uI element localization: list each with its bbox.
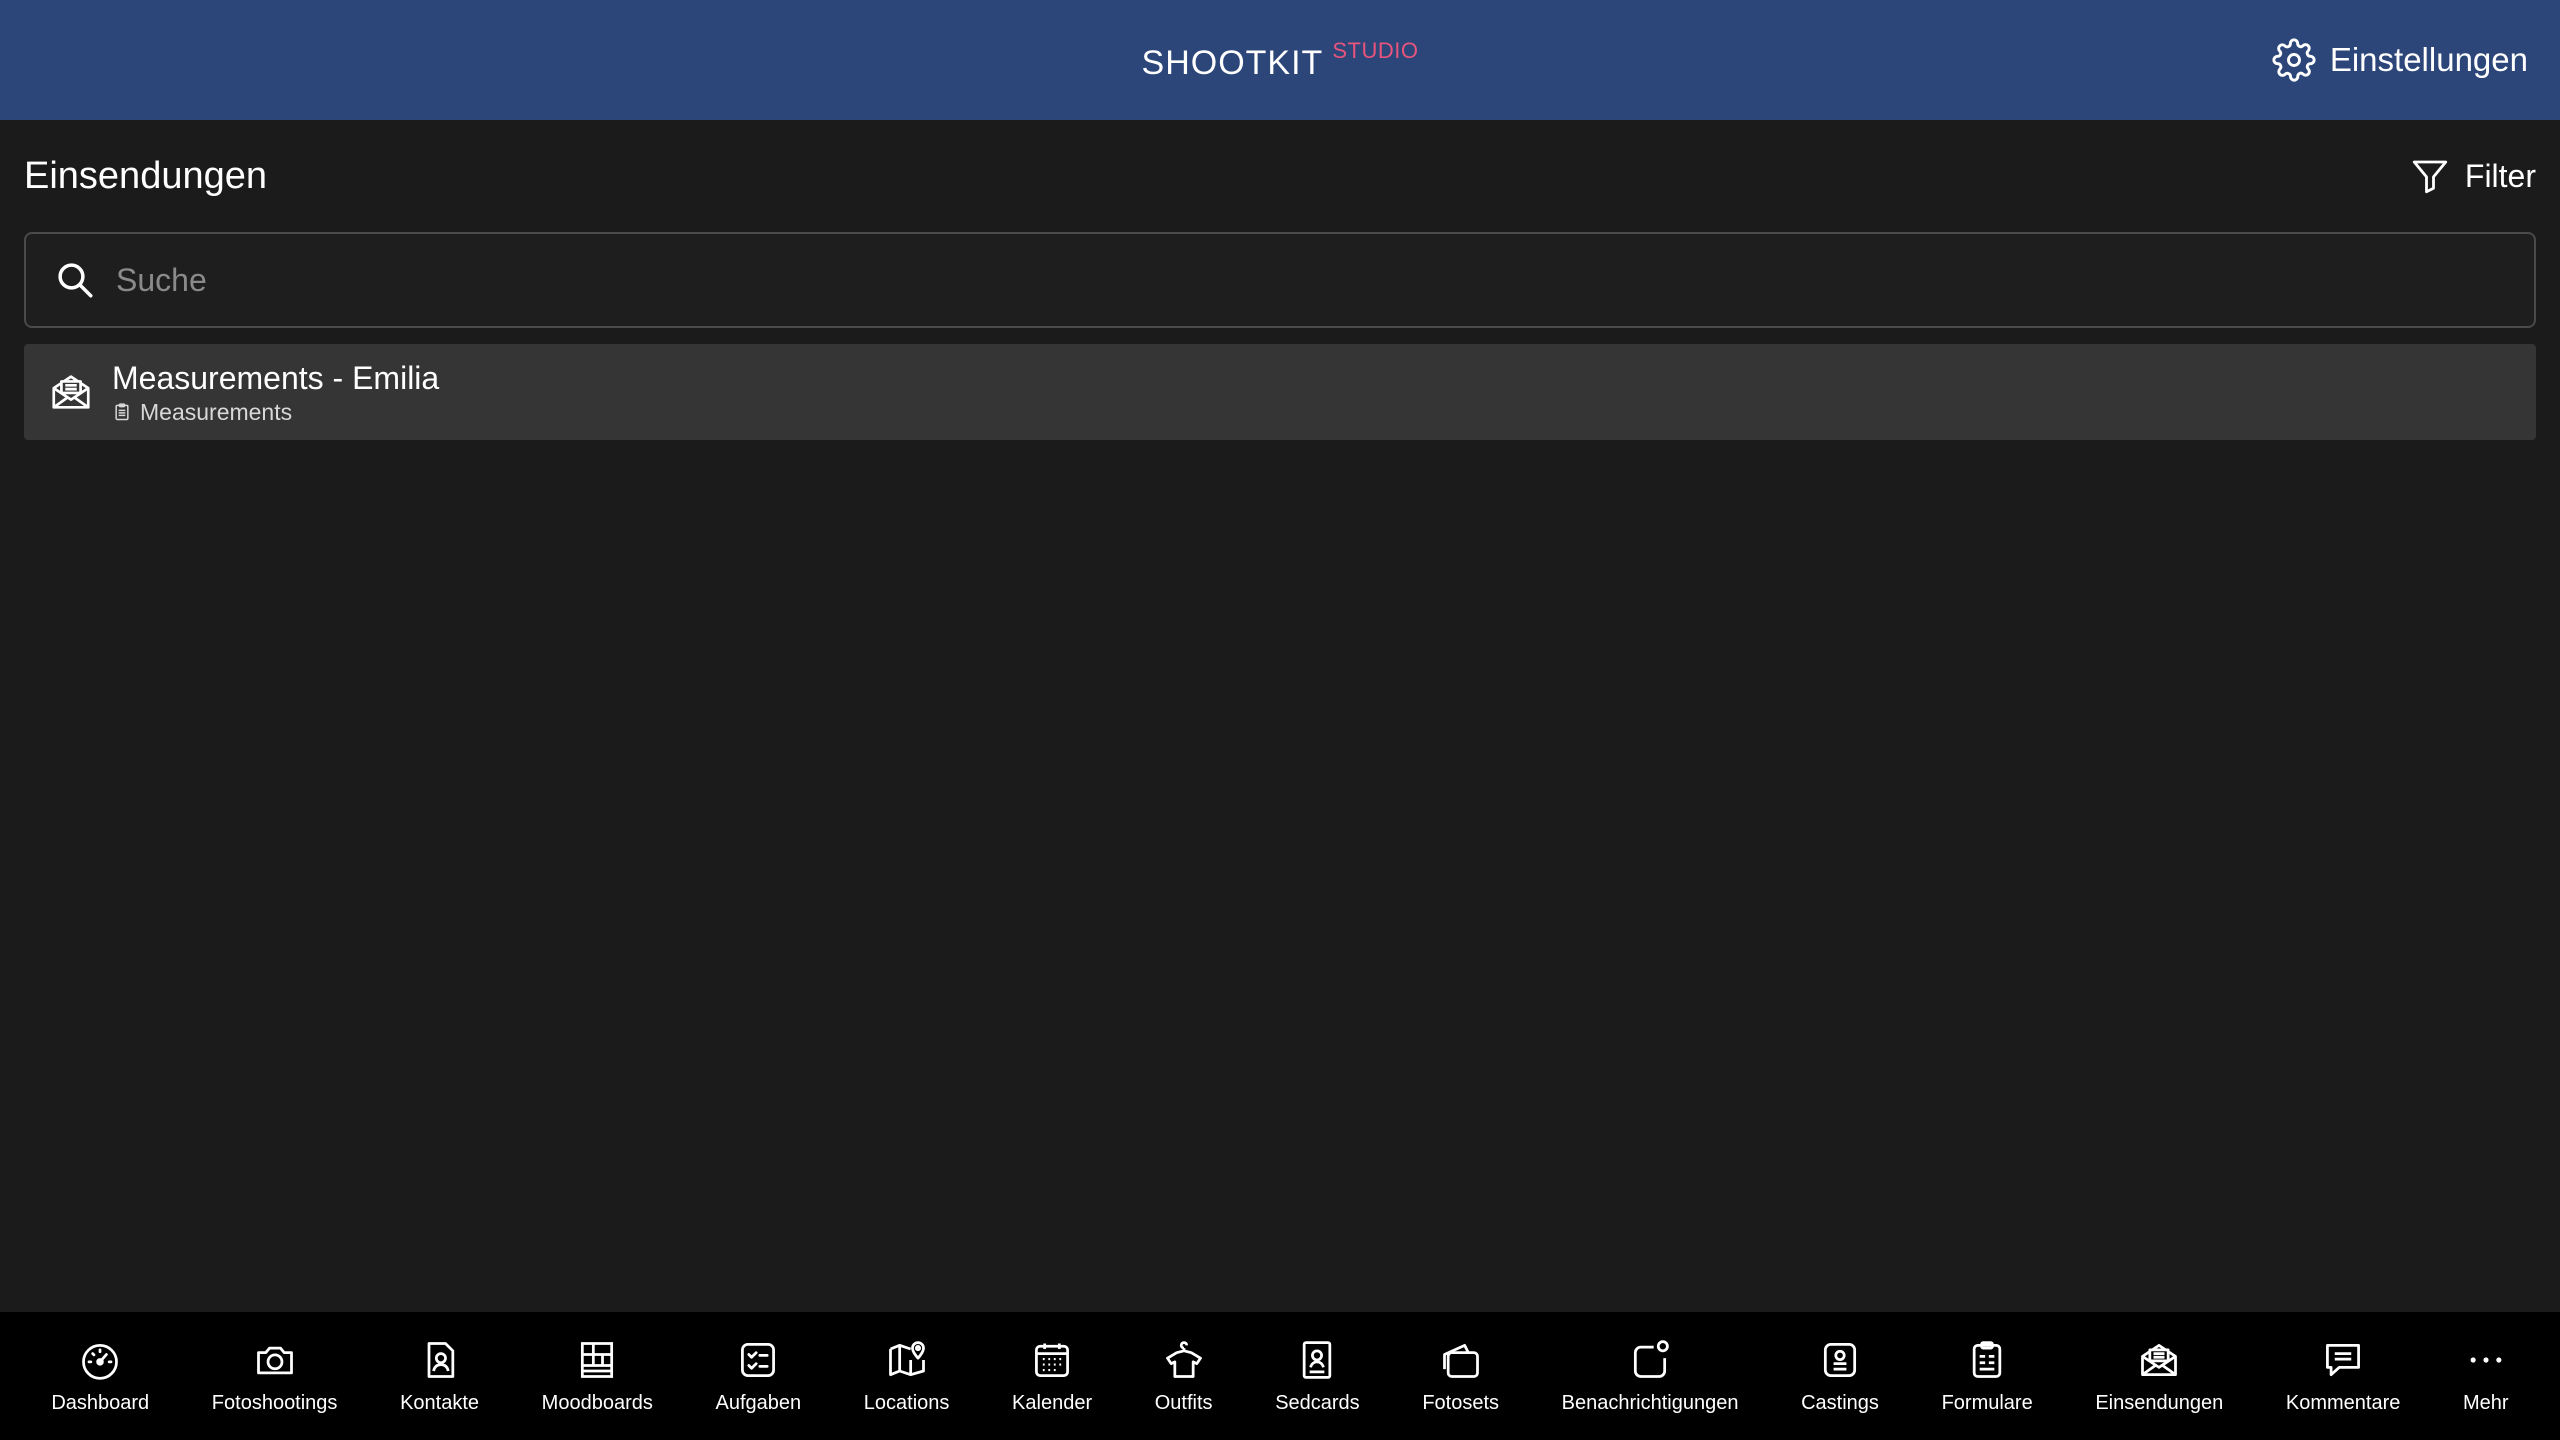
tab-locations[interactable]: Locations — [858, 1312, 956, 1440]
tab-label: Kontakte — [400, 1391, 480, 1414]
tab-outfits[interactable]: Outfits — [1149, 1312, 1219, 1440]
list-item-subtitle: Measurements — [112, 399, 439, 426]
funnel-icon — [2412, 160, 2448, 194]
tab-label: Fotosets — [1422, 1391, 1500, 1414]
tab-label: Fotoshootings — [211, 1391, 338, 1414]
list-item-title: Measurements - Emilia — [112, 359, 440, 396]
tab-label: Formulare — [1941, 1391, 2033, 1414]
gear-icon — [2272, 38, 2316, 82]
tab-moodboards[interactable]: Moodboards — [536, 1312, 659, 1440]
tab-label: Kalender — [1012, 1391, 1093, 1414]
settings-label: Einstellungen — [2329, 41, 2528, 78]
gauge-icon — [82, 1343, 119, 1380]
envelope-open-icon — [2141, 1343, 2178, 1376]
notification-icon — [1634, 1339, 1669, 1378]
tab-label: Locations — [863, 1391, 950, 1414]
filter-button[interactable]: Filter — [2409, 155, 2536, 197]
tab-label: Mehr — [2463, 1391, 2509, 1414]
tab-label: Benachrichtigungen — [1561, 1391, 1739, 1414]
clipboard-icon — [115, 403, 129, 421]
comment-icon — [2326, 1343, 2361, 1376]
tab-kontakte[interactable]: Kontakte — [394, 1312, 485, 1440]
list-item[interactable]: Measurements - Emilia Measurements — [24, 344, 2536, 440]
more-dots-icon — [2470, 1356, 2502, 1363]
checklist-icon — [741, 1342, 776, 1377]
tab-kommentare[interactable]: Kommentare — [2280, 1312, 2407, 1440]
search-icon — [58, 263, 93, 298]
tab-label: Castings — [1801, 1391, 1879, 1414]
search-bar — [24, 232, 2536, 328]
tab-label: Kommentare — [2285, 1391, 2401, 1414]
page-header: Einsendungen Filter — [24, 140, 2536, 212]
page-title: Einsendungen — [24, 154, 267, 197]
search-input[interactable] — [116, 234, 2534, 326]
tab-mehr[interactable]: Mehr — [2457, 1312, 2515, 1440]
top-bar: SHOOTKIT STUDIO Einstellungen — [0, 0, 2560, 120]
tab-fotoshootings[interactable]: Fotoshootings — [206, 1312, 344, 1440]
photo-stack-icon — [1442, 1343, 1479, 1378]
tab-castings[interactable]: Castings — [1795, 1312, 1885, 1440]
filter-label: Filter — [2464, 157, 2536, 194]
list-item-form-name: Measurements — [140, 398, 293, 425]
calendar-icon — [1035, 1343, 1070, 1377]
bottom-tab-bar: Dashboard Fotoshootings Kontakte Moodboa… — [0, 1312, 2560, 1440]
tab-formulare[interactable]: Formulare — [1936, 1312, 2039, 1440]
contact-card-icon — [427, 1341, 454, 1378]
app-logo: SHOOTKIT STUDIO — [1142, 38, 1419, 83]
tab-label: Aufgaben — [715, 1391, 802, 1414]
tab-label: Moodboards — [541, 1391, 653, 1414]
tab-aufgaben[interactable]: Aufgaben — [710, 1312, 808, 1440]
settings-button[interactable]: Einstellungen — [2272, 36, 2528, 84]
tab-label: Dashboard — [51, 1391, 150, 1414]
tab-fotosets[interactable]: Fotosets — [1416, 1312, 1505, 1440]
brand-suffix: STUDIO — [1332, 37, 1419, 63]
tab-sedcards[interactable]: Sedcards — [1269, 1312, 1366, 1440]
map-pin-icon — [888, 1340, 925, 1376]
list-item-text: Measurements - Emilia Measurements — [112, 359, 439, 426]
tab-label: Einsendungen — [2095, 1391, 2224, 1414]
tab-label: Sedcards — [1275, 1391, 1360, 1414]
tab-benachrichtigungen[interactable]: Benachrichtigungen — [1556, 1312, 1745, 1440]
tab-dashboard[interactable]: Dashboard — [45, 1312, 155, 1440]
shirt-hanger-icon — [1165, 1340, 1202, 1378]
tab-label: Outfits — [1154, 1391, 1213, 1414]
tab-kalender[interactable]: Kalender — [1006, 1312, 1098, 1440]
profile-card-icon — [1303, 1340, 1332, 1379]
submissions-list: Measurements - Emilia Measurements — [24, 344, 2536, 440]
grid-board-icon — [581, 1341, 614, 1378]
brand-name: SHOOTKIT — [1141, 43, 1324, 82]
envelope-open-icon — [52, 375, 90, 409]
id-badge-icon — [1823, 1342, 1857, 1377]
camera-icon — [256, 1346, 293, 1374]
tab-einsendungen[interactable]: Einsendungen — [2089, 1312, 2229, 1440]
clipboard-icon — [1972, 1340, 2002, 1378]
